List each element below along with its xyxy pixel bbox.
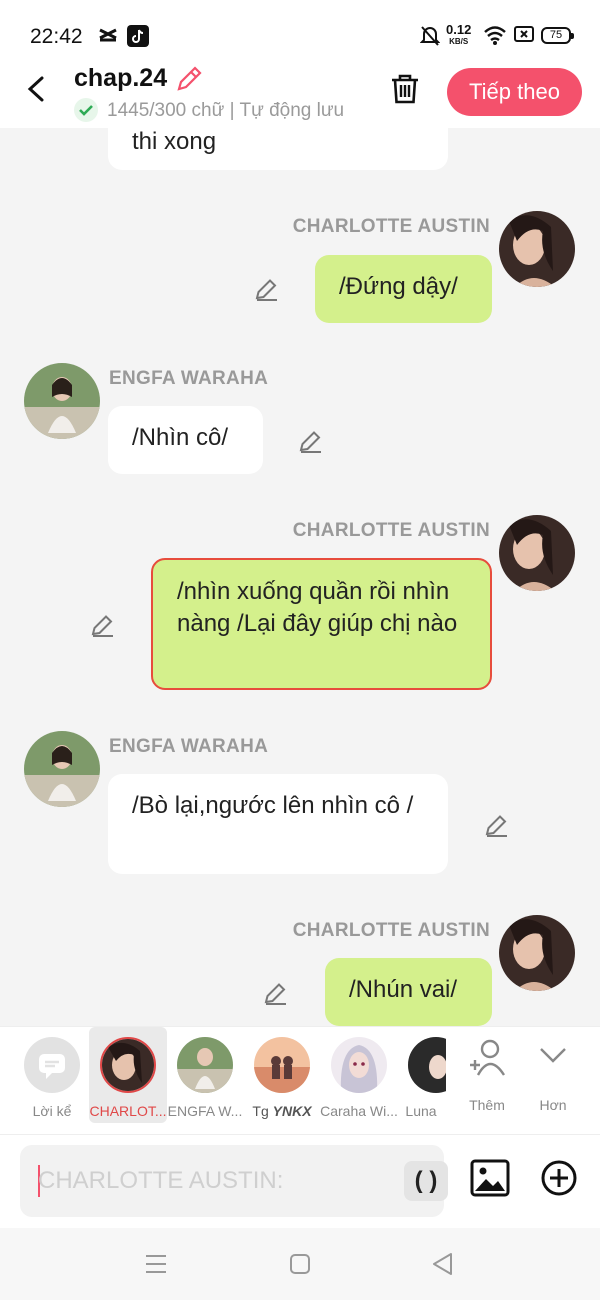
message-bubble[interactable]: /Bò lại,ngước lên nhìn cô / [108, 774, 448, 874]
home-button[interactable] [288, 1252, 312, 1281]
next-button[interactable]: Tiếp theo [447, 68, 582, 116]
sender-name: CHARLOTTE AUSTIN [292, 520, 490, 541]
message-text: /Đứng dậy/ [339, 273, 458, 300]
tiktok-icon [127, 25, 149, 52]
capcut-icon [97, 25, 119, 52]
message-bubble[interactable]: /Đứng dậy/ [315, 255, 492, 323]
sender-name: ENGFA WARAHA [109, 736, 269, 757]
triangle-back-icon [433, 1253, 452, 1275]
message-bubble[interactable]: /Nhìn cô/ [108, 406, 263, 474]
message-bubble[interactable]: /Nhún vai/ [325, 958, 492, 1026]
message-input-box[interactable]: ( ) [20, 1145, 448, 1217]
parenthesis-button[interactable]: ( ) [404, 1161, 448, 1201]
character-selector: Lời kể CHARLOT... ENGFA W... Tg YNKX Car… [0, 1026, 600, 1134]
add-button[interactable] [540, 1159, 578, 1202]
message-text: thi xong [132, 128, 217, 155]
chat-area[interactable]: thi xong CHARLOTTE AUSTIN /Đứng dậy/ ENG… [0, 128, 600, 1026]
avatar-engfa[interactable] [24, 363, 100, 439]
avatar-tg-ynkx [254, 1037, 310, 1093]
mute-bell-icon [419, 25, 441, 52]
edit-message-icon[interactable] [254, 276, 280, 307]
sender-name: CHARLOTTE AUSTIN [292, 216, 490, 237]
avatar-charlotte[interactable] [499, 211, 575, 287]
status-bar: 22:42 0.12 KB/S 75 [0, 0, 600, 64]
sim-icon [514, 25, 534, 48]
avatar-charlotte[interactable] [499, 515, 575, 591]
editor-header: chap.24 1445/300 chữ | Tự động lưu Tiếp … [0, 64, 600, 128]
trash-icon [392, 74, 418, 104]
message-text: /Nhún vai/ [349, 976, 458, 1003]
avatar-charlotte[interactable] [499, 915, 575, 991]
avatar-engfa [177, 1037, 233, 1093]
avatar-engfa[interactable] [24, 731, 100, 807]
avatar-charlotte [100, 1037, 156, 1093]
narration-icon [24, 1037, 80, 1093]
character-engfa[interactable]: ENGFA W... [165, 1027, 245, 1123]
edit-message-icon[interactable] [298, 428, 324, 459]
recents-button[interactable] [144, 1253, 168, 1280]
status-time: 22:42 [30, 25, 83, 48]
sender-name: ENGFA WARAHA [109, 368, 269, 389]
edit-message-icon[interactable] [90, 612, 116, 643]
chevron-left-icon [27, 76, 44, 102]
back-button[interactable] [22, 74, 52, 104]
input-bar: ( ) [0, 1134, 600, 1228]
message-text: /Bò lại,ngước lên nhìn cô / [132, 792, 414, 819]
message-text: /nhìn xuống quần rồi nhìn nàng /Lại đây … [177, 578, 458, 637]
character-narration[interactable]: Lời kể [12, 1027, 92, 1123]
system-nav-bar [0, 1228, 600, 1300]
insert-image-button[interactable] [470, 1159, 510, 1202]
avatar-luna [408, 1037, 446, 1093]
avatar-caraha [331, 1037, 387, 1093]
message-bubble[interactable]: thi xong [108, 128, 448, 170]
edit-title-icon[interactable] [174, 64, 204, 99]
message-text: /Nhìn cô/ [132, 424, 229, 451]
word-count-status: 1445/300 chữ | Tự động lưu [107, 100, 345, 121]
delete-button[interactable] [388, 72, 422, 111]
more-button[interactable]: Hơn [520, 1027, 586, 1123]
back-nav-button[interactable] [430, 1251, 454, 1282]
saved-check-icon [74, 98, 98, 122]
add-person-icon [466, 1037, 510, 1082]
chevron-down-icon [538, 1045, 568, 1070]
wifi-icon [483, 25, 507, 50]
edit-message-icon[interactable] [484, 812, 510, 843]
chapter-title[interactable]: chap.24 [74, 64, 167, 93]
battery-indicator: 75 [541, 27, 574, 44]
net-speed: 0.12 KB/S [446, 22, 472, 46]
sender-name: CHARLOTTE AUSTIN [292, 920, 490, 941]
edit-message-icon[interactable] [263, 980, 289, 1011]
character-caraha[interactable]: Caraha Wi... [319, 1027, 399, 1123]
character-charlotte[interactable]: CHARLOT... [89, 1027, 167, 1123]
menu-icon [146, 1255, 166, 1273]
add-character-button[interactable]: Thêm [452, 1027, 522, 1123]
character-luna[interactable]: Luna [396, 1027, 446, 1123]
character-tg-ynkx[interactable]: Tg YNKX [242, 1027, 322, 1123]
image-icon [470, 1159, 510, 1197]
message-bubble-selected[interactable]: /nhìn xuống quần rồi nhìn nàng /Lại đây … [151, 558, 492, 690]
plus-circle-icon [541, 1160, 577, 1196]
message-input[interactable] [38, 1165, 368, 1197]
square-icon [290, 1254, 310, 1274]
